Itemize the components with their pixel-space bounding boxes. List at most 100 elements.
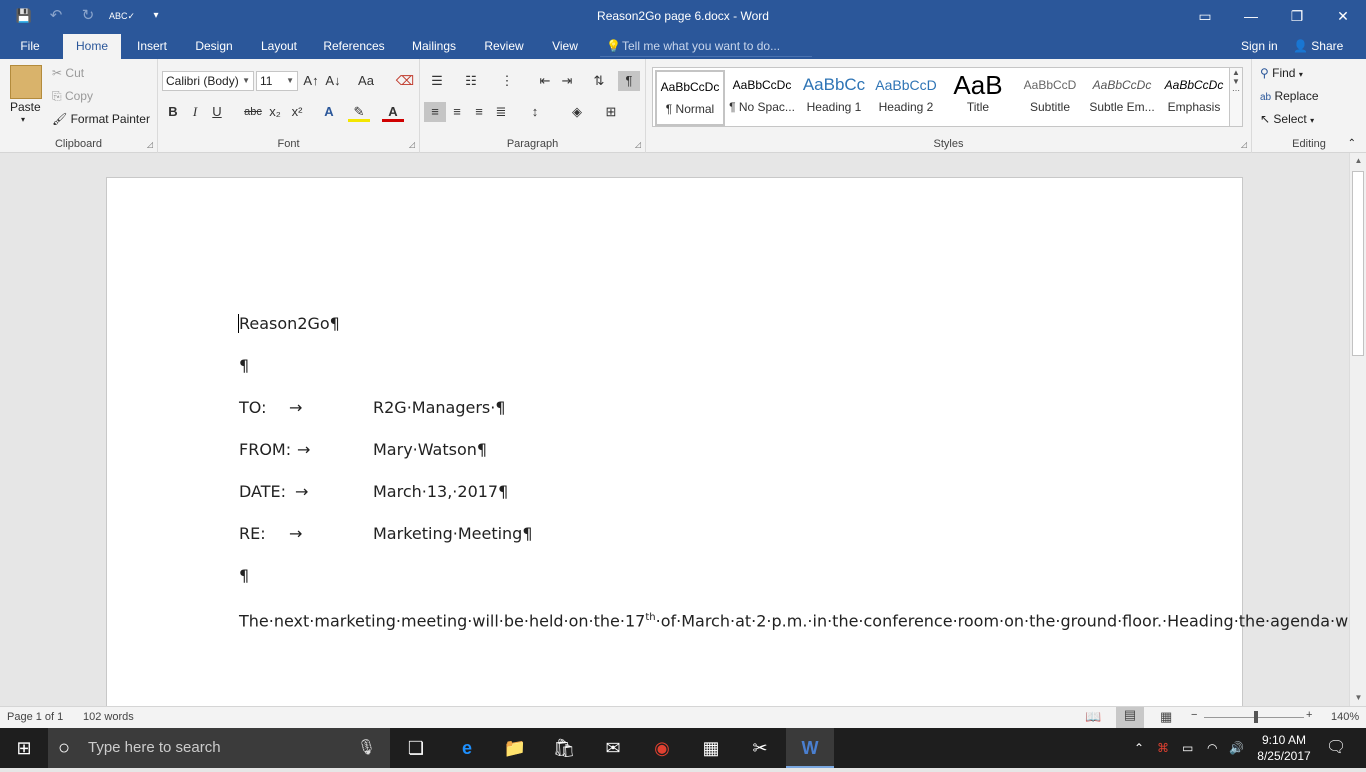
read-mode-icon[interactable]: 📖 [1085,709,1101,725]
sort-icon[interactable]: ⇅ [588,71,610,91]
format-painter-button[interactable]: 🖌 Format Painter [52,112,150,126]
paste-icon[interactable] [10,65,42,99]
style-emphasis[interactable]: AaBbCcDc Emphasis [1159,70,1229,126]
clock[interactable]: 9:10 AM 8/25/2017 [1254,732,1314,772]
memo-date-line[interactable]: DATE: → March·13,·2017¶ [239,478,1119,505]
tab-file[interactable]: File [10,34,50,59]
style-subtle-emphasis[interactable]: AaBbCcDc Subtle Em... [1087,70,1157,126]
doc-heading[interactable]: Reason2Go¶ [239,310,1119,337]
style-subtitle[interactable]: AaBbCcD Subtitle [1015,70,1085,126]
style-normal[interactable]: AaBbCcDc ¶ Normal [655,70,725,126]
memo-to-line[interactable]: TO: → R2G·Managers·¶ [239,394,1119,421]
increase-indent-icon[interactable]: ⇥ [556,71,578,91]
align-right-icon[interactable]: ≡ [468,102,490,122]
font-launcher-icon[interactable]: ◿ [409,140,415,149]
tab-design[interactable]: Design [189,34,239,59]
word-count[interactable]: 102 words [83,711,134,723]
align-left-icon[interactable]: ≡ [424,102,446,122]
style-heading-2[interactable]: AaBbCcD Heading 2 [871,70,941,126]
scroll-thumb[interactable] [1352,171,1364,356]
close-icon[interactable]: ✕ [1320,0,1366,32]
collapse-ribbon-icon[interactable]: ⌃ [1348,138,1356,149]
task-view-icon[interactable]: ❏ [392,728,440,768]
ribbon-display-options-icon[interactable]: ▭ [1182,0,1228,32]
scroll-up-icon[interactable]: ▲ [1350,153,1366,169]
font-name-combo[interactable]: Calibri (Body) ▼ [162,71,254,91]
decrease-indent-icon[interactable]: ⇤ [534,71,556,91]
battery-icon[interactable]: ▭ [1182,728,1193,768]
clear-formatting-icon[interactable]: ⌫ [394,71,416,91]
scroll-down-icon[interactable]: ▼ [1350,690,1366,706]
tab-insert[interactable]: Insert [130,34,174,59]
document-body[interactable]: Reason2Go¶ ¶ TO: → R2G·Managers·¶ FROM: → Ma… [239,310,1349,649]
cut-button[interactable]: ✂ Cut [52,66,84,80]
page-count[interactable]: Page 1 of 1 [7,711,63,723]
web-layout-icon[interactable]: ▦ [1160,709,1172,725]
windows-start-icon[interactable]: ⊞ [0,728,48,768]
zoom-slider-thumb[interactable] [1254,711,1258,723]
memo-from-line[interactable]: FROM: → Mary·Watson¶ [239,436,1119,463]
tab-layout[interactable]: Layout [253,34,305,59]
calculator-icon[interactable]: ▦ [687,728,735,768]
memo-body-paragraph[interactable]: The·next·marketing·meeting·will·be·held·… [239,604,1349,634]
minimize-icon[interactable]: — [1228,0,1274,32]
zoom-in-icon[interactable]: + [1306,709,1312,721]
file-explorer-icon[interactable]: 📁 [491,728,539,768]
print-layout-icon[interactable]: ▤ [1116,707,1144,728]
acrobat-tray-icon[interactable]: ⌘ [1157,728,1169,768]
shading-icon[interactable]: ◈ [566,102,588,122]
show-formatting-icon[interactable]: ¶ [618,71,640,91]
underline-icon[interactable]: U [206,102,228,122]
borders-icon[interactable]: ⊞ [600,102,622,122]
subscript-icon[interactable]: x₂ [264,102,286,122]
doc-blank-line[interactable]: ¶ [239,352,1119,379]
bold-icon[interactable]: B [162,102,184,122]
volume-icon[interactable]: 🔊 [1229,728,1244,768]
style-heading-1[interactable]: AaBbCc Heading 1 [799,70,869,126]
italic-icon[interactable]: I [184,102,206,122]
memo-re-line[interactable]: RE: → Marketing·Meeting¶ [239,520,1119,547]
edge-icon[interactable]: e [443,728,491,768]
document-area[interactable]: Reason2Go¶ ¶ TO: → R2G·Managers·¶ FROM: → Ma… [0,153,1349,706]
replace-button[interactable]: ab Replace [1260,89,1319,103]
style-no-spacing[interactable]: AaBbCcDc ¶ No Spac... [727,70,797,126]
sign-in-link[interactable]: Sign in [1241,34,1278,59]
tab-mailings[interactable]: Mailings [405,34,463,59]
text-effects-icon[interactable]: A [318,102,340,122]
microphone-icon[interactable]: 🎙 [357,728,376,768]
mail-icon[interactable]: ✉ [589,728,637,768]
action-center-icon[interactable]: 🗨 [1326,728,1346,768]
align-center-icon[interactable]: ≡ [446,102,468,122]
word-taskbar-icon[interactable]: W [786,728,834,768]
store-icon[interactable]: 🛍 [540,728,588,768]
wifi-icon[interactable]: ◠ [1207,728,1217,768]
clipboard-launcher-icon[interactable]: ◿ [147,140,153,149]
taskbar-search[interactable]: ○ Type here to search 🎙 [48,728,390,768]
tab-home[interactable]: Home [63,34,121,59]
highlight-icon[interactable]: ✎ [348,102,370,122]
font-size-combo[interactable]: 11 ▼ [256,71,298,91]
doc-blank-line[interactable]: ¶ [239,562,1119,589]
styles-gallery-scroll[interactable]: ▲ ▼ ⋯ [1229,67,1243,127]
zoom-level[interactable]: 140% [1331,711,1359,723]
paste-button[interactable]: Paste [10,100,41,114]
copy-button[interactable]: ⎘ Copy [52,89,93,104]
share-button[interactable]: 👤 Share [1293,34,1343,59]
show-hidden-icons-icon[interactable]: ⌃ [1134,728,1144,768]
multilevel-list-icon[interactable]: ⋮ [496,71,518,91]
tell-me-search[interactable]: 💡 Tell me what you want to do... [600,35,812,57]
strikethrough-icon[interactable]: abc [242,102,264,122]
tab-view[interactable]: View [545,34,585,59]
restore-icon[interactable]: ❐ [1274,0,1320,32]
line-spacing-icon[interactable]: ↕ [524,102,546,122]
paragraph-launcher-icon[interactable]: ◿ [635,140,641,149]
bullets-icon[interactable]: ☰ [426,71,448,91]
shrink-font-icon[interactable]: A↓ [322,71,344,91]
zoom-out-icon[interactable]: − [1191,709,1197,721]
chrome-icon[interactable]: ◉ [638,728,686,768]
tab-references[interactable]: References [318,34,390,59]
select-button[interactable]: ↖ Select ▾ [1260,112,1314,126]
snipping-tool-icon[interactable]: ✂ [736,728,784,768]
vertical-scrollbar[interactable]: ▲ ▼ [1349,153,1366,706]
justify-icon[interactable]: ≣ [490,102,512,122]
